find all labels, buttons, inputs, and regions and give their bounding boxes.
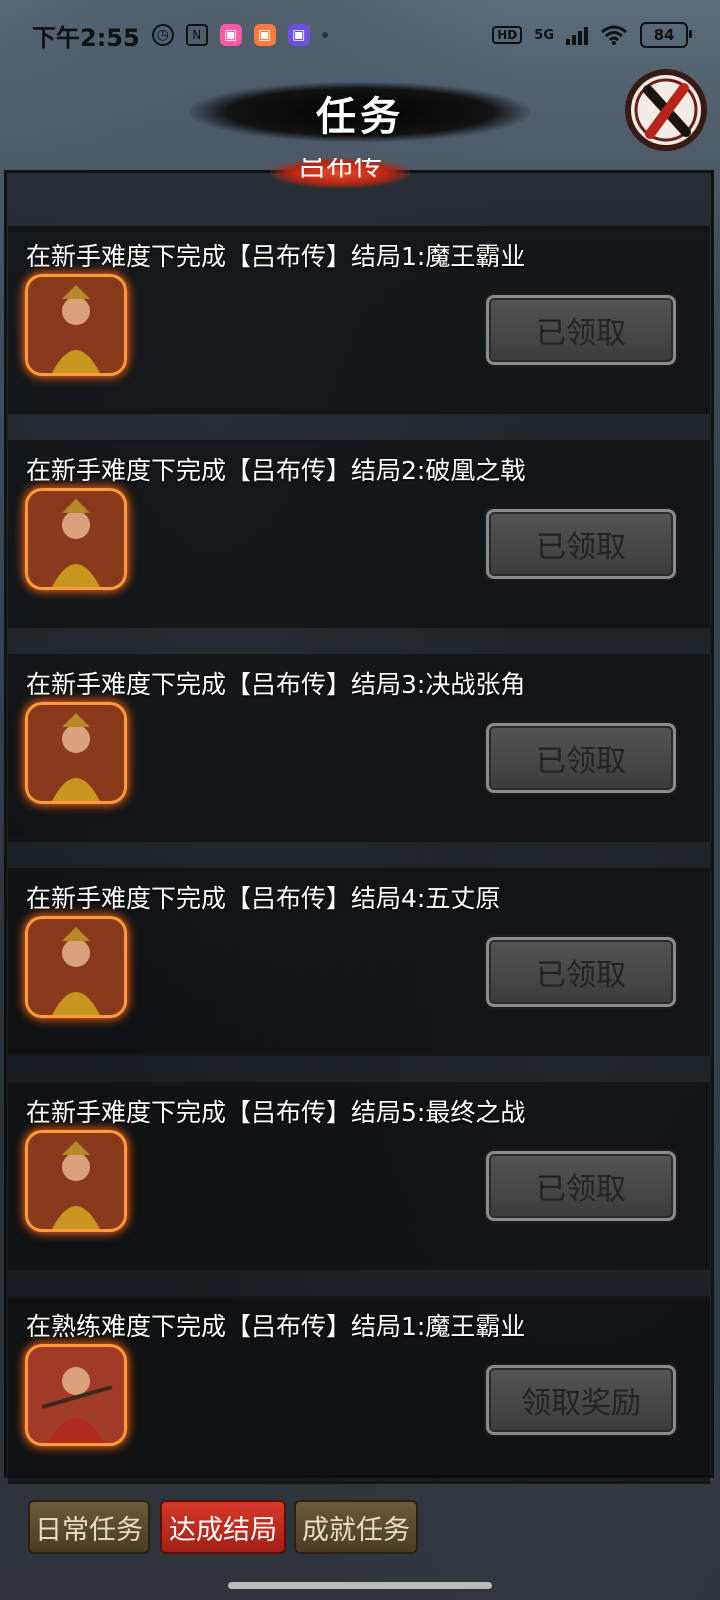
section-tag-label: 吕布传 (297, 158, 382, 182)
page-title: 任务 (316, 94, 404, 140)
claimed-button[interactable]: 已领取 (486, 937, 676, 1007)
home-indicator[interactable] (228, 1582, 492, 1589)
wifi-icon (601, 25, 627, 45)
bilibili-app-icon: ▣ (219, 24, 242, 46)
status-right: HD 5G 84 (492, 22, 692, 48)
tab-label: 达成结局 (169, 1514, 277, 1546)
tab-endings-achieved[interactable]: 达成结局 (160, 1500, 286, 1554)
claimed-button[interactable]: 已领取 (486, 723, 676, 793)
task-description: 在熟练难度下完成【吕布传】结局1:魔王霸业 (26, 1312, 526, 1341)
task-card: 在新手难度下完成【吕布传】结局5:最终之战 已领取 (8, 1082, 710, 1270)
task-description: 在新手难度下完成【吕布传】结局3:决战张角 (26, 670, 526, 699)
task-card: 在新手难度下完成【吕布传】结局1:魔王霸业 已领取 (8, 226, 710, 414)
lu-bu-avatar (28, 1347, 124, 1443)
status-left: 下午2:55 ◷ N ▣ ▣ ▣ (32, 18, 328, 53)
lu-bu-avatar (28, 919, 124, 1015)
task-description: 在新手难度下完成【吕布传】结局4:五丈原 (26, 884, 501, 913)
taobao-app-icon: ▣ (253, 24, 276, 46)
lu-bu-avatar (28, 277, 124, 373)
more-notifications-icon (321, 32, 328, 38)
network-label: 5G (534, 27, 554, 43)
task-card: 在熟练难度下完成【吕布传】结局1:魔王霸业 领取奖励 (8, 1296, 710, 1484)
task-card: 在新手难度下完成【吕布传】结局2:破凰之戟 已领取 (8, 440, 710, 628)
hd-icon: HD (492, 26, 523, 44)
close-button[interactable] (620, 66, 712, 154)
status-bar: 下午2:55 ◷ N ▣ ▣ ▣ HD 5G 84 (0, 0, 720, 70)
task-card: 在新手难度下完成【吕布传】结局4:五丈原 已领取 (8, 868, 710, 1056)
tab-daily-tasks[interactable]: 日常任务 (28, 1500, 150, 1554)
tab-label: 日常任务 (35, 1514, 143, 1546)
nfc-icon: N (185, 24, 208, 46)
lu-bu-avatar (28, 1133, 124, 1229)
tab-label: 成就任务 (302, 1514, 410, 1546)
signal-icon (566, 25, 588, 45)
tab-achievement-tasks[interactable]: 成就任务 (294, 1500, 418, 1554)
close-icon (625, 69, 707, 151)
lu-bu-avatar (28, 491, 124, 587)
claimed-button[interactable]: 已领取 (486, 509, 676, 579)
task-description: 在新手难度下完成【吕布传】结局1:魔王霸业 (26, 242, 526, 271)
task-description: 在新手难度下完成【吕布传】结局2:破凰之戟 (26, 456, 526, 485)
battery-icon: 84 (640, 22, 692, 48)
alarm-icon: ◷ (151, 24, 174, 46)
section-tag: 吕布传 (270, 158, 410, 188)
claimed-button[interactable]: 已领取 (486, 295, 676, 365)
claimed-button[interactable]: 已领取 (486, 1151, 676, 1221)
task-card: 在新手难度下完成【吕布传】结局3:决战张角 已领取 (8, 654, 710, 842)
lu-bu-avatar (28, 705, 124, 801)
tieba-app-icon: ▣ (287, 24, 310, 46)
task-description: 在新手难度下完成【吕布传】结局5:最终之战 (26, 1098, 526, 1127)
claim-reward-button[interactable]: 领取奖励 (486, 1365, 676, 1435)
status-time: 下午2:55 (32, 23, 140, 52)
